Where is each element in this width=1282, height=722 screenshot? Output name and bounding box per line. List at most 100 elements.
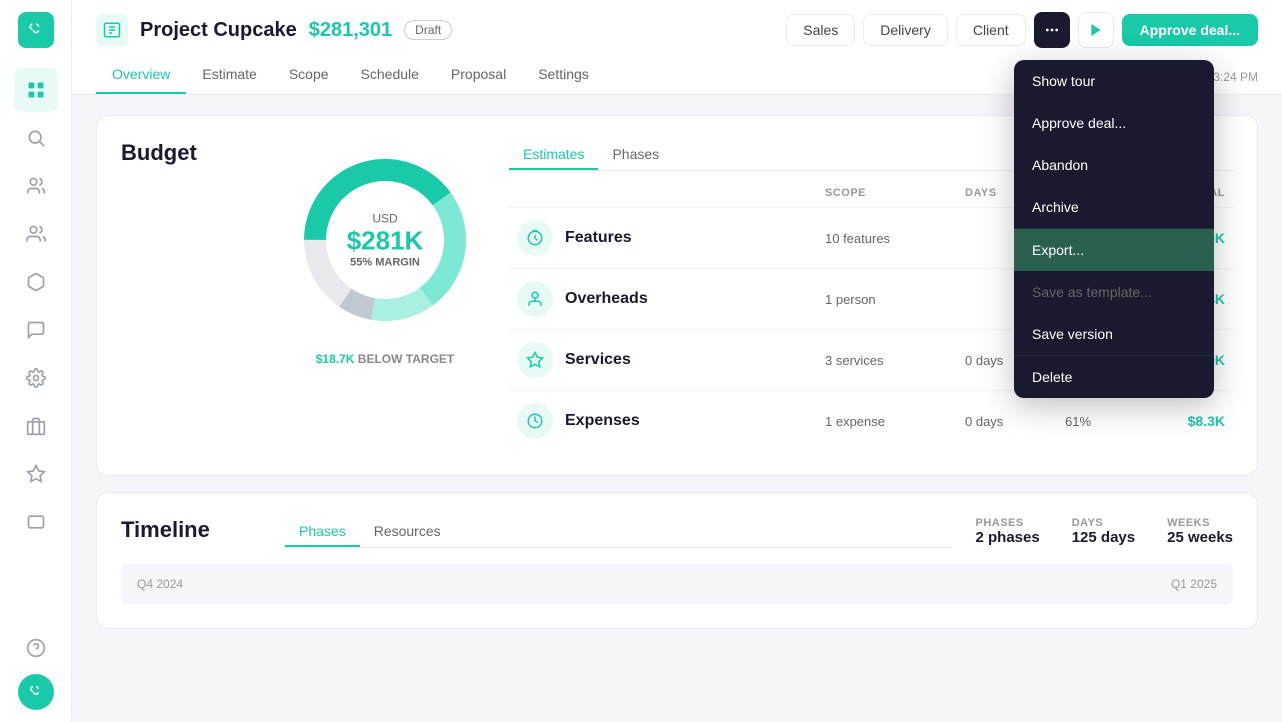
stat-weeks-label: WEEKS xyxy=(1167,517,1233,529)
dropdown-save-template: Save as template... xyxy=(1014,271,1214,313)
stat-days: DAYS 125 days xyxy=(1072,517,1135,546)
sub-tab-estimates[interactable]: Estimates xyxy=(509,140,598,170)
timeline-tab-resources[interactable]: Resources xyxy=(360,517,455,547)
features-name: Features xyxy=(565,229,632,247)
sales-tab-button[interactable]: Sales xyxy=(786,14,855,46)
dropdown-save-version[interactable]: Save version xyxy=(1014,313,1214,355)
client-tab-button[interactable]: Client xyxy=(956,14,1026,46)
expenses-margin: 61% xyxy=(1065,414,1145,429)
tab-scope[interactable]: Scope xyxy=(273,56,345,94)
chart-label-q1: Q1 2025 xyxy=(1171,577,1217,591)
services-name: Services xyxy=(565,351,631,369)
tab-overview[interactable]: Overview xyxy=(96,56,186,94)
timeline-sub-tab-bar: Phases Resources xyxy=(285,517,952,548)
sidebar-item-cube[interactable] xyxy=(14,260,58,304)
overheads-scope: 1 person xyxy=(825,292,965,307)
project-title: Project Cupcake xyxy=(140,19,297,42)
timeline-sub-tabs: Phases Resources xyxy=(285,517,952,564)
stat-weeks-value: 25 weeks xyxy=(1167,529,1233,546)
draft-badge: Draft xyxy=(404,20,452,40)
expenses-total: $8.3K xyxy=(1145,413,1225,429)
dropdown-archive[interactable]: Archive xyxy=(1014,186,1214,228)
approve-deal-button[interactable]: Approve deal... xyxy=(1122,14,1258,46)
sidebar-item-layers[interactable] xyxy=(14,500,58,544)
dropdown-delete[interactable]: Delete xyxy=(1014,356,1214,398)
sidebar-item-help[interactable] xyxy=(14,626,58,670)
services-icon xyxy=(517,342,553,378)
project-amount: $281,301 xyxy=(309,19,392,42)
donut-currency: USD xyxy=(347,212,424,226)
below-target-amount: $18.7K xyxy=(316,352,355,366)
dropdown-show-tour[interactable]: Show tour xyxy=(1014,60,1214,102)
dropdown-export[interactable]: Export... xyxy=(1014,229,1214,271)
timeline-title: Timeline xyxy=(121,517,261,543)
sidebar-item-magic[interactable] xyxy=(14,452,58,496)
below-target: $18.7K BELOW TARGET xyxy=(316,352,454,366)
sidebar-logo[interactable] xyxy=(18,12,54,48)
timeline-chart: Q4 2024 Q1 2025 xyxy=(121,564,1233,604)
header: Project Cupcake $281,301 Draft Sales Del… xyxy=(72,0,1282,95)
donut-margin: 55% MARGIN xyxy=(347,257,424,269)
donut-center: USD $281K 55% MARGIN xyxy=(347,212,424,269)
sidebar-item-team[interactable] xyxy=(14,212,58,256)
more-options-button[interactable] xyxy=(1034,12,1070,48)
timeline-card: Timeline Phases Resources PHASES 2 phase… xyxy=(96,492,1258,629)
expenses-icon xyxy=(517,403,553,439)
sidebar-item-settings[interactable] xyxy=(14,356,58,400)
tab-proposal[interactable]: Proposal xyxy=(435,56,522,94)
overheads-name: Overheads xyxy=(565,290,648,308)
sidebar-item-search[interactable] xyxy=(14,116,58,160)
budget-title: Budget xyxy=(121,140,261,166)
dropdown-approve-deal[interactable]: Approve deal... xyxy=(1014,102,1214,144)
row-name-cell-services: Services xyxy=(517,342,825,378)
stat-days-label: DAYS xyxy=(1072,517,1135,529)
overheads-icon xyxy=(517,281,553,317)
col-name xyxy=(517,187,825,199)
stat-weeks: WEEKS 25 weeks xyxy=(1167,517,1233,546)
sidebar-bottom xyxy=(14,626,58,710)
row-name-cell-expenses: Expenses xyxy=(517,403,825,439)
sidebar-item-chat[interactable] xyxy=(14,308,58,352)
budget-donut-container: USD $281K 55% MARGIN $18.7K BELOW TARGET xyxy=(285,140,485,366)
sidebar-item-people[interactable] xyxy=(14,164,58,208)
timeline-header: Timeline Phases Resources PHASES 2 phase… xyxy=(121,517,1233,564)
features-scope: 10 features xyxy=(825,231,965,246)
donut-amount: $281K xyxy=(347,226,424,257)
dropdown-menu: Show tour Approve deal... Abandon Archiv… xyxy=(1014,60,1214,398)
col-scope: SCOPE xyxy=(825,187,965,199)
stat-days-value: 125 days xyxy=(1072,529,1135,546)
tab-estimate[interactable]: Estimate xyxy=(186,56,272,94)
sidebar-item-grid[interactable] xyxy=(14,68,58,112)
dropdown-abandon[interactable]: Abandon xyxy=(1014,144,1214,186)
sidebar xyxy=(0,0,72,722)
sub-tab-phases[interactable]: Phases xyxy=(598,140,673,170)
services-scope: 3 services xyxy=(825,353,965,368)
budget-left: Budget xyxy=(121,140,261,166)
below-target-label: BELOW TARGET xyxy=(358,352,454,366)
row-name-cell-features: Features xyxy=(517,220,825,256)
nav-tabs: Overview Estimate Scope Schedule Proposa… xyxy=(96,56,605,94)
row-name-cell-overheads: Overheads xyxy=(517,281,825,317)
main-content: Project Cupcake $281,301 Draft Sales Del… xyxy=(72,0,1282,722)
timeline-stats: PHASES 2 phases DAYS 125 days WEEKS 25 w… xyxy=(976,517,1234,546)
header-actions: Sales Delivery Client Approve deal... Sh… xyxy=(786,12,1258,48)
features-icon xyxy=(517,220,553,256)
expenses-days: 0 days xyxy=(965,414,1065,429)
expenses-scope: 1 expense xyxy=(825,414,965,429)
sidebar-item-building[interactable] xyxy=(14,404,58,448)
table-row: Expenses 1 expense 0 days 61% $8.3K xyxy=(509,390,1233,451)
project-icon xyxy=(96,14,128,46)
stat-phases-label: PHASES xyxy=(976,517,1040,529)
play-button[interactable] xyxy=(1078,12,1114,48)
sidebar-avatar[interactable] xyxy=(18,674,54,710)
delivery-tab-button[interactable]: Delivery xyxy=(863,14,948,46)
expenses-name: Expenses xyxy=(565,412,640,430)
stat-phases: PHASES 2 phases xyxy=(976,517,1040,546)
tab-settings[interactable]: Settings xyxy=(522,56,605,94)
stat-phases-value: 2 phases xyxy=(976,529,1040,546)
chart-label-q4: Q4 2024 xyxy=(137,577,183,591)
budget-donut: USD $281K 55% MARGIN xyxy=(285,140,485,340)
tab-schedule[interactable]: Schedule xyxy=(345,56,435,94)
timeline-tab-phases[interactable]: Phases xyxy=(285,517,360,547)
header-top: Project Cupcake $281,301 Draft Sales Del… xyxy=(96,0,1258,56)
